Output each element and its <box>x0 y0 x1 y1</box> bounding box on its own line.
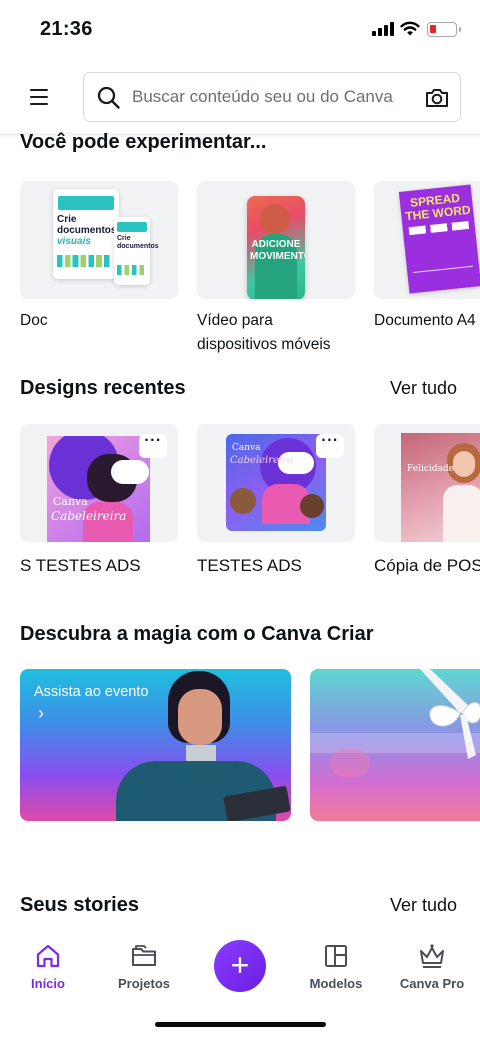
recent-designs-title: Designs recentes <box>20 377 186 399</box>
home-indicator <box>155 1022 326 1027</box>
a4-thumbnail: SPREAD THE WORD <box>398 184 480 294</box>
suggestion-label-mobile-video-line2: dispositivos móveis <box>197 336 331 353</box>
recent-design-card[interactable]: Felicidade <box>374 424 480 542</box>
camera-icon[interactable] <box>424 86 450 110</box>
recent-design-label: Cópia de POS <box>374 556 480 575</box>
mobile-video-thumbnail: ADICIONE MOVIMENTO <box>247 196 305 299</box>
nav-templates[interactable]: Modelos <box>296 942 376 991</box>
design-thumbnail: Canva Cabeleireira <box>47 436 150 542</box>
doc-thumbnail: Crie documentos visuais <box>53 189 119 279</box>
stories-see-all[interactable]: Ver tudo <box>390 895 457 916</box>
status-bar: 21:36 <box>0 0 480 60</box>
recent-design-card[interactable]: Canva Cabeleireira ··· <box>20 424 178 542</box>
nav-label-canva-pro: Canva Pro <box>399 976 465 991</box>
suggestion-card-a4[interactable]: SPREAD THE WORD <box>374 181 480 299</box>
create-design-button[interactable]: + <box>214 940 266 992</box>
nav-label-templates: Modelos <box>309 976 363 991</box>
crown-icon <box>420 944 444 968</box>
design-thumbnail: Felicidade <box>401 433 480 542</box>
templates-icon <box>325 945 347 967</box>
suggestion-label-a4: Documento A4 <box>374 312 476 329</box>
discover-banner-event[interactable]: Assista ao evento › <box>20 669 291 821</box>
chevron-right-icon: › <box>38 703 44 723</box>
suggestions-title: Você pode experimentar... <box>20 131 267 153</box>
wifi-icon <box>400 21 420 36</box>
plus-icon: + <box>230 947 250 983</box>
recent-design-label: S TESTES ADS <box>20 556 141 575</box>
more-options-button[interactable]: ··· <box>316 433 344 458</box>
search-input[interactable] <box>132 83 412 111</box>
suggestion-card-doc[interactable]: Crie documentos visuais Crie documentos <box>20 181 178 299</box>
suggestion-card-mobile-video[interactable]: ADICIONE MOVIMENTO <box>197 181 355 299</box>
more-options-button[interactable]: ··· <box>139 433 167 458</box>
suggestion-label-doc: Doc <box>20 312 48 329</box>
nav-home[interactable]: Início <box>8 942 88 991</box>
menu-button[interactable] <box>24 82 54 112</box>
banner-text: Assista ao evento <box>34 684 149 700</box>
gift-ribbon-icon <box>420 669 480 759</box>
folder-icon <box>132 945 156 966</box>
recent-designs-see-all[interactable]: Ver tudo <box>390 378 457 399</box>
stories-title: Seus stories <box>20 894 139 916</box>
discover-title: Descubra a magia com o Canva Criar <box>20 623 374 645</box>
bottom-navigation: Início Projetos + Modelos Canva Pro <box>0 930 480 1038</box>
recent-design-card[interactable]: Canva Cabeleireira ··· <box>197 424 355 542</box>
search-bar[interactable] <box>83 72 461 122</box>
discover-banner-gift[interactable] <box>310 669 480 821</box>
status-time: 21:36 <box>40 18 93 40</box>
search-icon <box>97 86 120 109</box>
nav-label-home: Início <box>31 976 65 991</box>
cellular-signal-icon <box>372 22 394 36</box>
nav-projects[interactable]: Projetos <box>104 942 184 991</box>
nav-label-projects: Projetos <box>117 976 170 991</box>
design-thumbnail: Canva Cabeleireira <box>226 434 326 531</box>
home-icon <box>36 944 60 968</box>
suggestion-label-mobile-video-line1: Vídeo para <box>197 312 273 329</box>
nav-canva-pro[interactable]: Canva Pro <box>392 942 472 991</box>
battery-icon <box>427 22 461 37</box>
recent-design-label: TESTES ADS <box>197 556 302 575</box>
